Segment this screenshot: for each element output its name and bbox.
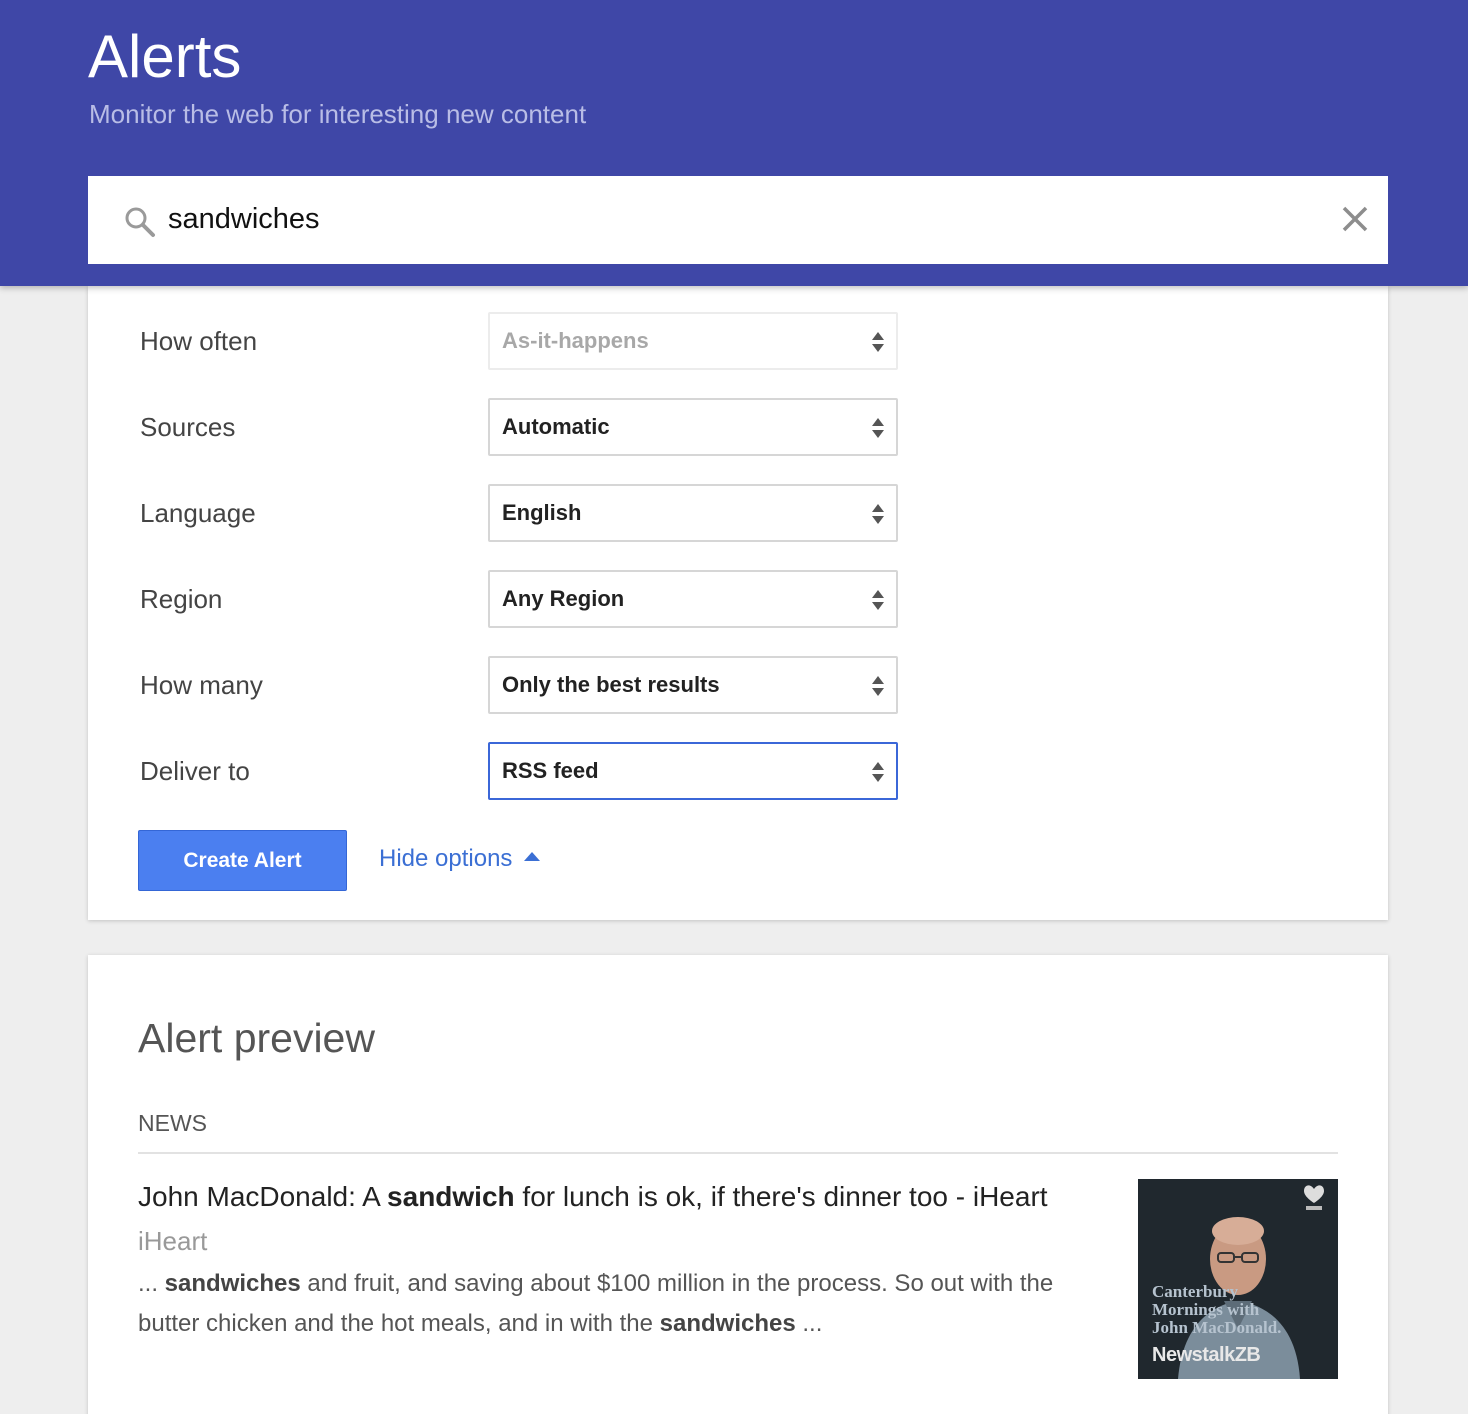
select-arrows-icon [872, 418, 884, 438]
page-title: Alerts [88, 23, 242, 90]
create-alert-button[interactable]: Create Alert [138, 830, 347, 891]
article-title-link[interactable]: John MacDonald: A sandwich for lunch is … [138, 1181, 1048, 1213]
search-bar[interactable]: sandwiches [88, 176, 1388, 264]
language-select[interactable]: English [488, 484, 898, 542]
hide-options-label: Hide options [379, 845, 513, 872]
close-icon[interactable] [1340, 204, 1370, 234]
section-label-news: NEWS [138, 1110, 207, 1136]
thumbnail-brand: NewstalkZB [1152, 1344, 1261, 1366]
option-label: Sources [140, 412, 236, 442]
sources-select[interactable]: Automatic [488, 398, 898, 456]
select-arrows-icon [872, 676, 884, 696]
option-label: Deliver to [140, 756, 250, 786]
select-arrows-icon [872, 332, 884, 352]
select-arrows-icon [872, 590, 884, 610]
select-value: Only the best results [502, 672, 720, 697]
thumbnail-caption: Canterbury Mornings with John MacDonald. [1152, 1283, 1281, 1337]
snippet-part: ... [138, 1270, 165, 1297]
preview-title: Alert preview [138, 1015, 375, 1061]
option-region: Region Any Region [88, 570, 1388, 628]
option-language: Language English [88, 484, 1388, 542]
caption-line: Mornings with [1152, 1300, 1260, 1319]
how-many-select[interactable]: Only the best results [488, 656, 898, 714]
select-value: RSS feed [502, 758, 599, 783]
search-input[interactable]: sandwiches [168, 203, 320, 236]
divider [138, 1152, 1338, 1154]
snippet-part: ... [795, 1310, 823, 1337]
option-label: How many [140, 670, 263, 700]
alert-options-card: How often As-it-happens Sources Automati… [88, 286, 1388, 920]
article-title-highlight: sandwich [387, 1181, 515, 1212]
page-subtitle: Monitor the web for interesting new cont… [89, 99, 587, 129]
snippet-highlight: sandwiches [659, 1310, 796, 1337]
select-value: As-it-happens [502, 328, 649, 353]
caption-line: John MacDonald. [1152, 1318, 1282, 1337]
option-sources: Sources Automatic [88, 398, 1388, 456]
select-arrows-icon [872, 504, 884, 524]
option-label: How often [140, 326, 258, 356]
article-title-part: John MacDonald: A [138, 1181, 388, 1212]
option-how-many: How many Only the best results [88, 656, 1388, 714]
option-label: Region [140, 584, 223, 614]
select-value: Automatic [502, 414, 610, 439]
alert-preview-card: Alert preview NEWS John MacDonald: A san… [88, 955, 1388, 1414]
article-source: iHeart [138, 1226, 208, 1256]
deliver-to-select[interactable]: RSS feed [488, 742, 898, 800]
caption-line: Canterbury [1152, 1282, 1238, 1301]
select-value: English [502, 500, 582, 525]
search-icon [124, 206, 156, 243]
article-title-part: for lunch is ok, if there's dinner too -… [514, 1181, 1048, 1212]
article-snippet: ... sandwiches and fruit, and saving abo… [138, 1264, 1088, 1344]
region-select[interactable]: Any Region [488, 570, 898, 628]
option-how-often: How often As-it-happens [88, 312, 1388, 370]
option-deliver-to: Deliver to RSS feed [88, 742, 1388, 800]
select-value: Any Region [502, 586, 625, 611]
how-often-select[interactable]: As-it-happens [488, 312, 898, 370]
caret-up-icon [524, 852, 541, 862]
article-thumbnail[interactable]: Canterbury Mornings with John MacDonald. N… [1138, 1179, 1338, 1379]
option-label: Language [140, 498, 256, 528]
snippet-highlight: sandwiches [164, 1270, 301, 1297]
select-arrows-icon [872, 762, 884, 782]
hide-options-link[interactable]: Hide options [379, 845, 541, 873]
